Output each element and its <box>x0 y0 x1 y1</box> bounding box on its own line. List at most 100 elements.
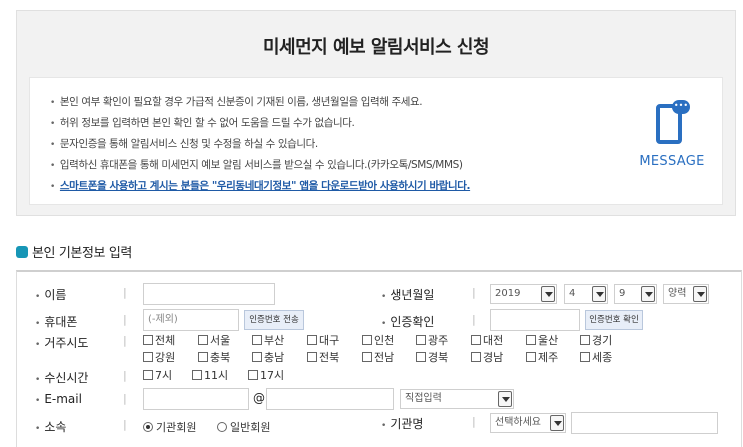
affiliation-label: • 소속 <box>35 420 67 434</box>
region-checkbox[interactable]: 전북 <box>307 351 339 365</box>
checkbox-icon <box>143 352 153 362</box>
checkbox-icon <box>580 352 590 362</box>
region-label: • 거주시도 <box>35 336 89 350</box>
region-checkbox[interactable]: 서울 <box>198 334 230 348</box>
org-name-input[interactable] <box>571 412 718 434</box>
page-title: 미세먼지 예보 알림서비스 신청 <box>262 37 490 58</box>
birth-label: • 생년월일 <box>381 288 435 302</box>
time-checkbox[interactable]: 17시 <box>248 369 284 383</box>
region-checkbox[interactable]: 인천 <box>362 334 394 348</box>
message-illustration: ••• MESSAGE <box>632 100 712 180</box>
separator: | <box>123 286 127 299</box>
checkbox-icon <box>198 335 208 345</box>
checkbox-icon <box>307 335 317 345</box>
name-label: • 이름 <box>35 288 67 302</box>
org-name-label: • 기관명 <box>381 417 424 431</box>
separator: | <box>472 415 476 428</box>
region-checkbox[interactable]: 대구 <box>307 334 339 348</box>
notice-box: • 본인 여부 확인이 필요할 경우 가급적 신분증이 기재된 이름, 생년월일을… <box>29 77 723 205</box>
checkbox-icon <box>143 370 153 380</box>
member-type-radio-org[interactable]: 기관회원 <box>143 419 196 435</box>
basic-info-form: • 이름 | • 생년월일 | 2019 4 9 양력 • 휴대폰 | (-제외) 인… <box>16 270 742 447</box>
chevron-down-icon <box>498 391 512 407</box>
checkbox-icon <box>143 335 153 345</box>
checkbox-icon <box>192 370 202 380</box>
time-checkbox[interactable]: 7시 <box>143 369 172 383</box>
notice-panel: 미세먼지 예보 알림서비스 신청 • 본인 여부 확인이 필요할 경우 가급적 신… <box>16 10 736 216</box>
birth-year-select[interactable]: 2019 <box>490 284 557 304</box>
region-checkbox[interactable]: 세종 <box>580 351 612 365</box>
at-sign: @ <box>253 391 265 405</box>
name-input[interactable] <box>143 283 275 305</box>
separator: | <box>123 392 127 405</box>
phone-input[interactable]: (-제외) <box>143 309 239 331</box>
separator: | <box>123 334 127 347</box>
chevron-down-icon <box>541 286 555 302</box>
time-label: • 수신시간 <box>35 371 89 385</box>
section-square-icon <box>16 246 28 258</box>
verify-code-input[interactable] <box>490 309 580 331</box>
verify-code-button[interactable]: 인증번호 확인 <box>585 310 643 330</box>
time-checkbox[interactable]: 11시 <box>192 369 228 383</box>
separator: | <box>123 418 127 431</box>
chevron-down-icon <box>592 286 606 302</box>
birth-day-select[interactable]: 9 <box>614 284 657 304</box>
region-checkbox[interactable]: 광주 <box>416 334 448 348</box>
checkbox-icon <box>252 335 262 345</box>
chevron-down-icon <box>550 415 564 431</box>
region-checkbox[interactable]: 대전 <box>471 334 503 348</box>
notice-item: • 본인 여부 확인이 필요할 경우 가급적 신분증이 기재된 이름, 생년월일을… <box>50 96 423 108</box>
notice-app-link[interactable]: • 스마트폰을 사용하고 계시는 분들은 "우리동네대기정보" 앱을 다운로드받아… <box>50 176 471 197</box>
radio-selected-icon <box>143 422 153 432</box>
calendar-type-select[interactable]: 양력 <box>663 284 709 304</box>
separator: | <box>472 286 476 299</box>
send-code-button[interactable]: 인증번호 전송 <box>244 310 304 330</box>
region-checkbox[interactable]: 제주 <box>526 351 558 365</box>
checkbox-icon <box>526 352 536 362</box>
notice-item: • 입력하신 휴대폰을 통해 미세먼지 예보 알림 서비스를 받으실 수 있습니다… <box>50 159 463 171</box>
checkbox-icon <box>416 335 426 345</box>
member-type-radio-general[interactable]: 일반회원 <box>217 419 270 435</box>
org-select[interactable]: 선택하세요 <box>490 413 566 433</box>
birth-month-select[interactable]: 4 <box>564 284 608 304</box>
notice-item: • 허위 정보를 입력하면 본인 확인 할 수 없어 도움을 드릴 수가 없습니다… <box>50 117 355 129</box>
email-id-input[interactable] <box>143 388 249 410</box>
checkbox-icon <box>471 335 481 345</box>
notice-item: • 문자인증을 통해 알림서비스 신청 및 수정을 하실 수 있습니다. <box>50 138 318 150</box>
checkbox-icon <box>198 352 208 362</box>
message-label: MESSAGE <box>639 154 705 169</box>
chevron-down-icon <box>693 286 707 302</box>
region-checkbox[interactable]: 강원 <box>143 351 175 365</box>
verify-label: • 인증확인 <box>381 315 435 329</box>
checkbox-icon <box>416 352 426 362</box>
checkbox-icon <box>248 370 258 380</box>
checkbox-icon <box>471 352 481 362</box>
checkbox-icon <box>526 335 536 345</box>
chevron-down-icon <box>641 286 655 302</box>
region-checkbox[interactable]: 경기 <box>580 334 612 348</box>
region-checkbox[interactable]: 경북 <box>416 351 448 365</box>
separator: | <box>123 313 127 326</box>
checkbox-icon <box>252 352 262 362</box>
checkbox-icon <box>362 335 372 345</box>
notice-list: • 본인 여부 확인이 필요할 경우 가급적 신분증이 기재된 이름, 생년월일을… <box>50 92 471 197</box>
region-checkbox[interactable]: 충남 <box>252 351 284 365</box>
checkbox-icon <box>307 352 317 362</box>
section-title: 본인 기본정보 입력 <box>16 242 132 261</box>
region-checkbox[interactable]: 전남 <box>362 351 394 365</box>
email-domain-input[interactable] <box>266 388 394 410</box>
region-checkbox[interactable]: 울산 <box>526 334 558 348</box>
email-label: • E-mail <box>35 392 82 406</box>
phone-label: • 휴대폰 <box>35 315 78 329</box>
region-checkbox[interactable]: 충북 <box>198 351 230 365</box>
radio-icon <box>217 422 227 432</box>
region-checkbox[interactable]: 부산 <box>252 334 284 348</box>
checkbox-icon <box>580 335 590 345</box>
separator: | <box>123 369 127 382</box>
region-checkbox[interactable]: 전체 <box>143 334 175 348</box>
email-domain-select[interactable]: 직접입력 <box>400 389 514 409</box>
region-checkbox[interactable]: 경남 <box>471 351 503 365</box>
chat-bubble-icon: ••• <box>672 100 690 114</box>
separator: | <box>472 313 476 326</box>
checkbox-icon <box>362 352 372 362</box>
